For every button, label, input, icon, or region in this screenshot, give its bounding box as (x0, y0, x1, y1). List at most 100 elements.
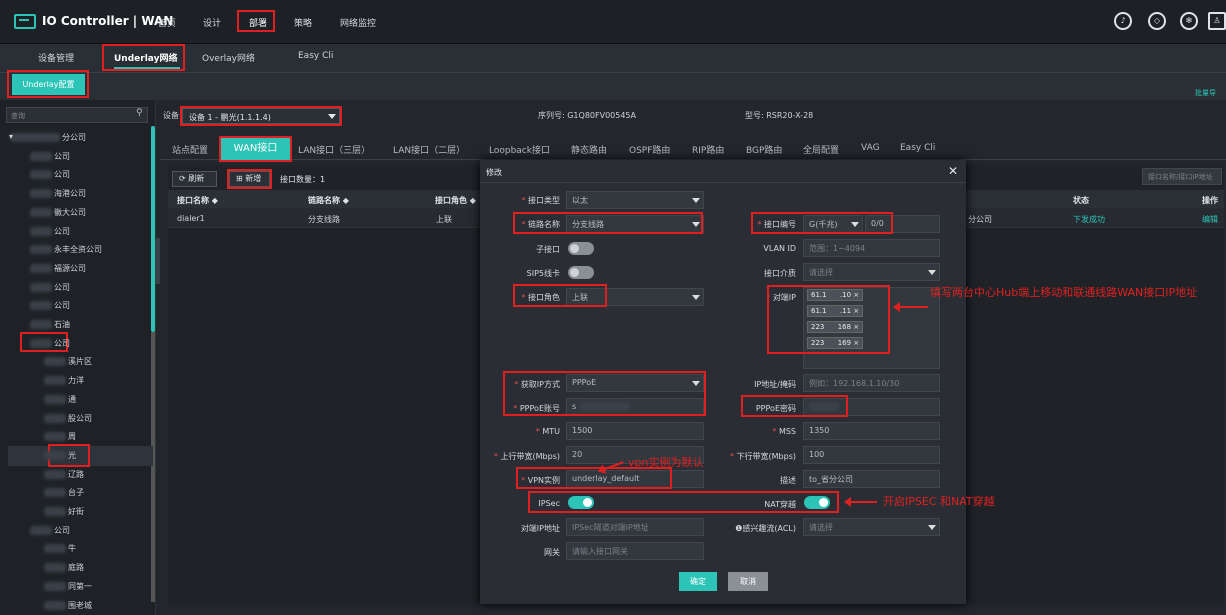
tab-underlay[interactable]: Underlay网络 (114, 51, 177, 64)
tab-overlay[interactable]: Overlay网络 (202, 51, 255, 64)
cancel-button[interactable]: 取消 (728, 572, 768, 591)
peer-ip-chip[interactable]: 61.1 .10 × (807, 289, 864, 301)
tree-item[interactable]: 公司 (30, 300, 70, 311)
nav-deploy[interactable]: 部署 (249, 16, 267, 29)
ok-button[interactable]: 确定 (679, 572, 717, 591)
tab-wan[interactable]: WAN接口 (221, 138, 290, 160)
ipsec-toggle[interactable] (568, 496, 594, 509)
tree-scrollbar-track (151, 332, 155, 602)
down-bw-input[interactable]: 100 (803, 446, 940, 464)
tree-item[interactable]: 公司 (30, 525, 70, 536)
tree-item[interactable]: 围老城 (44, 600, 92, 611)
nat-toggle[interactable] (804, 496, 830, 509)
tree-item[interactable]: 力洋 (44, 375, 84, 386)
gateway-input[interactable]: 请输入接口网关 (566, 542, 704, 560)
tree-item[interactable]: 通 (44, 394, 76, 405)
peer-ip-chip[interactable]: 223 168 × (807, 321, 864, 333)
underlay-config-button[interactable]: Underlay配置 (12, 74, 85, 95)
tab-bgp[interactable]: BGP路由 (746, 143, 782, 156)
tree-item[interactable]: 牛 (44, 543, 76, 554)
tree-scrollbar[interactable] (151, 126, 155, 332)
cube-icon[interactable]: ◇ (1148, 12, 1166, 30)
link-name-select[interactable]: 分支线路 (566, 215, 704, 233)
if-no-input[interactable]: 0/0 (865, 215, 940, 233)
tree-item[interactable]: 同第一 (44, 581, 92, 592)
tree-item[interactable]: 股公司 (44, 413, 92, 424)
if-no-speed-value: G(千兆) (809, 220, 838, 229)
mtu-input[interactable]: 1500 (566, 422, 704, 440)
tab-lan-l2[interactable]: LAN接口（二层） (393, 143, 465, 156)
vlan-input[interactable]: 范围：1~4094 (803, 239, 940, 257)
tree-item[interactable]: 辽路 (44, 469, 84, 480)
tab-rip[interactable]: RIP路由 (692, 143, 724, 156)
refresh-button[interactable]: ⟳ 刷新 (172, 171, 217, 187)
tree-item[interactable]: 光 (44, 450, 76, 461)
tab-loopback[interactable]: Loopback接口 (489, 143, 550, 156)
peer-ip-chip-text: 223 169 (811, 339, 852, 347)
tree-item[interactable]: 福源公司 (30, 263, 86, 274)
tree-expand-icon[interactable]: ▾ (9, 132, 13, 141)
row-edit-link[interactable]: 编辑 (1202, 214, 1218, 225)
refresh-icon: ⟳ (179, 174, 189, 183)
tree-item[interactable]: 溪片区 (44, 356, 92, 367)
tree-item[interactable]: 周 (44, 431, 76, 442)
tab-static-route[interactable]: 静态路由 (571, 143, 607, 156)
tab-device-mgmt[interactable]: 设备管理 (38, 51, 74, 64)
col-interface-name[interactable]: 接口名称 ◆ (177, 195, 218, 206)
interface-search-input[interactable]: 接口名称/接口IP地址 (1142, 168, 1222, 185)
tab-site-config[interactable]: 站点配置 (172, 143, 208, 156)
tree-item[interactable]: 永丰全资公司 (30, 244, 102, 255)
tree-item[interactable]: 公司 (30, 282, 70, 293)
peer-ip-chip[interactable]: 223 169 × (807, 337, 864, 349)
peer-ipaddr-input[interactable]: IPSec隧道对端IP地址 (566, 518, 704, 536)
app-title: IO Controller | WAN (42, 14, 174, 28)
batch-import-link[interactable]: 批量导 (1195, 88, 1216, 98)
tree-item[interactable]: 海港公司 (30, 188, 86, 199)
medium-select[interactable]: 请选择 (803, 263, 940, 281)
tree-item[interactable]: 公司 (30, 169, 70, 180)
add-button[interactable]: ⊞ 新增 (229, 171, 270, 187)
user-icon[interactable]: ♙ (1208, 12, 1226, 30)
tab-easy-cli-2[interactable]: Easy Cli (900, 143, 935, 153)
vpn-input[interactable]: underlay_default (566, 470, 704, 488)
tree-item[interactable]: 公司 (30, 338, 70, 349)
nav-policy[interactable]: 策略 (294, 16, 312, 29)
sub-if-toggle[interactable] (568, 242, 594, 255)
mss-input[interactable]: 1350 (803, 422, 940, 440)
tree-item[interactable]: 分公司 (10, 132, 86, 143)
tree-item[interactable]: 公司 (30, 226, 70, 237)
settings-icon[interactable]: ✻ (1180, 12, 1198, 30)
tree-item[interactable]: 庭路 (44, 562, 84, 573)
acl-select[interactable]: 请选择 (803, 518, 940, 536)
tree-item[interactable]: 徽大公司 (30, 207, 86, 218)
tree-item[interactable]: 好街 (44, 506, 84, 517)
pppoe-pass-input[interactable] (803, 398, 940, 416)
sip5-toggle[interactable] (568, 266, 594, 279)
up-bw-value: 20 (572, 450, 583, 459)
tab-vag[interactable]: VAG (861, 143, 880, 153)
tab-global-config[interactable]: 全局配置 (803, 143, 839, 156)
ip-method-select[interactable]: PPPoE (566, 374, 704, 392)
ipmask-input[interactable]: 例如：192.168.1.10/30 (803, 374, 940, 392)
close-icon[interactable]: ✕ (948, 164, 958, 178)
tab-ospf[interactable]: OSPF路由 (629, 143, 670, 156)
tree-item[interactable]: 石油 (30, 319, 70, 330)
tree-item[interactable]: 公司 (30, 151, 70, 162)
if-type-select[interactable]: 以太 (566, 191, 704, 209)
tab-lan-l3[interactable]: LAN接口（三层） (298, 143, 370, 156)
device-select[interactable]: 设备 1 - 鹏光(1.1.1.4) (182, 108, 340, 124)
bell-icon[interactable]: ♪ (1114, 12, 1132, 30)
nav-monitor[interactable]: 网络监控 (340, 16, 376, 29)
desc-input[interactable]: to_省分公司 (803, 470, 940, 488)
role-select[interactable]: 上联 (566, 288, 704, 306)
tab-easy-cli[interactable]: Easy Cli (298, 51, 333, 61)
nav-design[interactable]: 设计 (203, 16, 221, 29)
col-interface-role[interactable]: 接口角色 ◆ (435, 195, 476, 206)
tree-search-input[interactable]: 查询 (6, 107, 148, 123)
nav-home[interactable]: 首页 (158, 16, 176, 29)
pppoe-user-input[interactable]: s (566, 398, 704, 416)
annotation-arrow (893, 302, 928, 312)
tree-item[interactable]: 台子 (44, 487, 84, 498)
peer-ip-chip[interactable]: 61.1 .11 × (807, 305, 864, 317)
col-link-name[interactable]: 链路名称 ◆ (308, 195, 349, 206)
